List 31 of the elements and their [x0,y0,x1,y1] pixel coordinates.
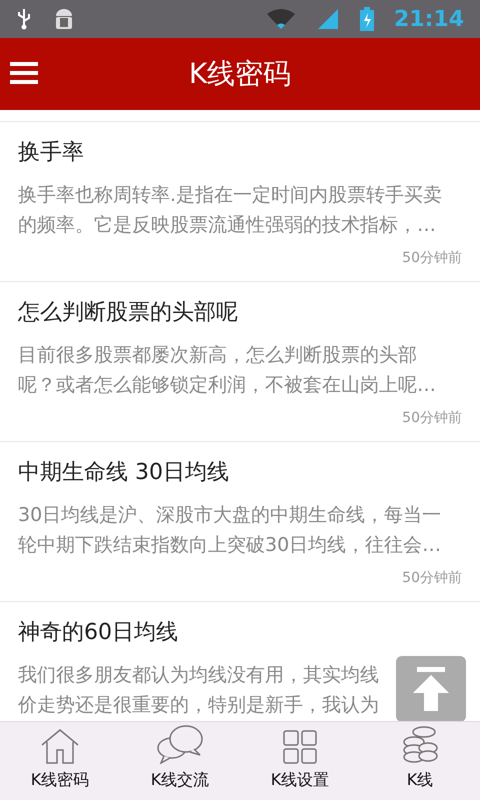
article-title[interactable]: 怎么判断股票的头部呢 [18,296,462,336]
article-title[interactable]: 神奇的60日均线 [18,616,462,656]
article-time: 50分钟前 [402,409,462,428]
summary-line: 换手率也称周转率.是指在一定时间内股票转手买卖 [18,183,442,208]
summary-line: 轮中期下跌结束指数向上突破30日均线，往往会… [18,533,442,558]
article-time: 50分钟前 [402,569,462,588]
coins-icon [402,724,438,764]
clock-time: 21:14 [394,6,464,34]
nav-tab[interactable]: K线 [360,722,480,800]
summary-line: 的频率。它是反映股票流通性强弱的技术指标，… [18,213,436,238]
summary-line: 价走势还是很重要的，特别是新手，我认为 [18,693,379,718]
summary-line: 30日均线是沪、深股市大盘的中期生命线，每当一 [18,503,442,528]
summary-line: 我们很多朋友都认为均线没有用，其实均线 [18,663,379,688]
usb-icon [16,8,32,30]
article-time: 50分钟前 [402,249,462,268]
summary-line: 呢？或者怎么能够锁定利润，不被套在山岗上呢… [18,373,436,398]
nav-tab[interactable]: K线交流 [120,722,240,800]
nav-tab[interactable]: K线设置 [240,722,360,800]
article-title[interactable]: 换手率 [18,136,462,176]
signal-icon [316,8,340,30]
battery-icon [360,7,374,31]
menu-button[interactable] [10,60,38,86]
arrow-up-icon [411,667,451,711]
article-title[interactable]: 中期生命线 30日均线 [18,456,462,496]
house-icon [40,728,80,764]
wifi-icon [266,8,296,30]
grid-icon [283,730,317,764]
summary-line: 目前很多股票都屡次新高，怎么判断股票的头部 [18,343,417,368]
chat-bubbles-icon [156,724,204,764]
app-title: K线密码 [188,56,292,92]
nav-tab[interactable]: K线密码 [0,722,120,800]
